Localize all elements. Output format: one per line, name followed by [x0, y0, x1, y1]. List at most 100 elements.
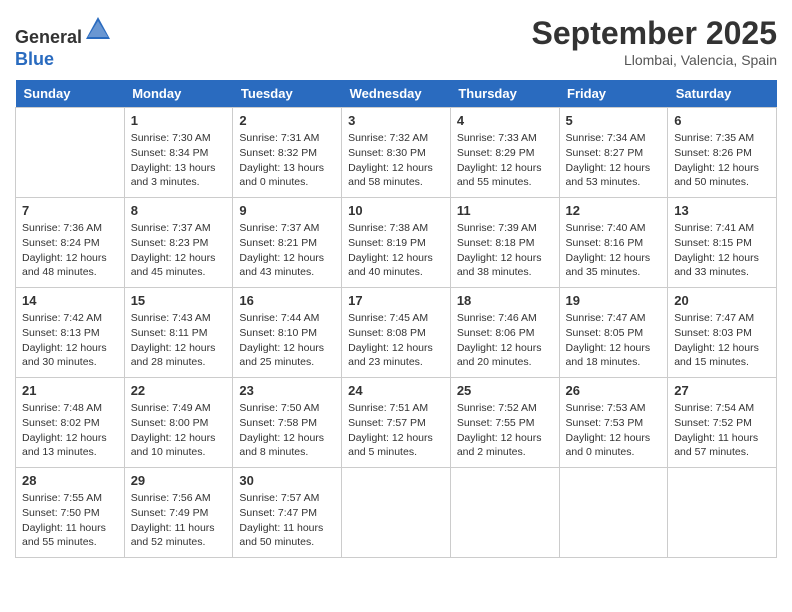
day-info: Sunrise: 7:40 AM Sunset: 8:16 PM Dayligh…	[566, 221, 662, 280]
day-header-tuesday: Tuesday	[233, 80, 342, 108]
day-cell: 26 Sunrise: 7:53 AM Sunset: 7:53 PM Dayli…	[559, 378, 668, 468]
day-number: 22	[131, 383, 227, 398]
day-cell: 27 Sunrise: 7:54 AM Sunset: 7:52 PM Dayli…	[668, 378, 777, 468]
day-cell: 3Sunrise: 7:32 AM Sunset: 8:30 PM Daylig…	[342, 108, 451, 198]
day-cell: 30Sunrise: 7:57 AM Sunset: 7:47 PM Dayli…	[233, 468, 342, 558]
day-info: Sunrise: 7:33 AM Sunset: 8:29 PM Dayligh…	[457, 131, 553, 190]
day-info: Sunrise: 7:47 AM Sunset: 8:03 PM Dayligh…	[674, 311, 770, 370]
day-cell: 11Sunrise: 7:39 AM Sunset: 8:18 PM Dayli…	[450, 198, 559, 288]
day-cell: 9 Sunrise: 7:37 AM Sunset: 8:21 PM Daylig…	[233, 198, 342, 288]
day-info: Sunrise: 7:51 AM Sunset: 7:57 PM Dayligh…	[348, 401, 444, 460]
day-number: 13	[674, 203, 770, 218]
day-number: 4	[457, 113, 553, 128]
day-number: 24	[348, 383, 444, 398]
day-info: Sunrise: 7:55 AM Sunset: 7:50 PM Dayligh…	[22, 491, 118, 550]
day-info: Sunrise: 7:41 AM Sunset: 8:15 PM Dayligh…	[674, 221, 770, 280]
day-info: Sunrise: 7:37 AM Sunset: 8:21 PM Dayligh…	[239, 221, 335, 280]
day-header-row: SundayMondayTuesdayWednesdayThursdayFrid…	[16, 80, 777, 108]
day-info: Sunrise: 7:39 AM Sunset: 8:18 PM Dayligh…	[457, 221, 553, 280]
day-number: 17	[348, 293, 444, 308]
day-header-friday: Friday	[559, 80, 668, 108]
day-cell: 24 Sunrise: 7:51 AM Sunset: 7:57 PM Dayli…	[342, 378, 451, 468]
day-cell	[668, 468, 777, 558]
day-number: 20	[674, 293, 770, 308]
day-number: 2	[239, 113, 335, 128]
day-cell: 5Sunrise: 7:34 AM Sunset: 8:27 PM Daylig…	[559, 108, 668, 198]
day-header-monday: Monday	[124, 80, 233, 108]
day-header-thursday: Thursday	[450, 80, 559, 108]
day-info: Sunrise: 7:56 AM Sunset: 7:49 PM Dayligh…	[131, 491, 227, 550]
day-cell: 18 Sunrise: 7:46 AM Sunset: 8:06 PM Dayli…	[450, 288, 559, 378]
day-info: Sunrise: 7:46 AM Sunset: 8:06 PM Dayligh…	[457, 311, 553, 370]
day-number: 19	[566, 293, 662, 308]
day-info: Sunrise: 7:48 AM Sunset: 8:02 PM Dayligh…	[22, 401, 118, 460]
day-number: 5	[566, 113, 662, 128]
week-row-2: 7 Sunrise: 7:36 AM Sunset: 8:24 PM Daylig…	[16, 198, 777, 288]
day-cell: 21 Sunrise: 7:48 AM Sunset: 8:02 PM Dayli…	[16, 378, 125, 468]
day-cell: 16Sunrise: 7:44 AM Sunset: 8:10 PM Dayli…	[233, 288, 342, 378]
week-row-5: 28 Sunrise: 7:55 AM Sunset: 7:50 PM Dayli…	[16, 468, 777, 558]
day-cell	[16, 108, 125, 198]
month-title: September 2025	[532, 15, 777, 52]
day-number: 18	[457, 293, 553, 308]
day-number: 15	[131, 293, 227, 308]
day-info: Sunrise: 7:45 AM Sunset: 8:08 PM Dayligh…	[348, 311, 444, 370]
day-cell	[559, 468, 668, 558]
day-info: Sunrise: 7:35 AM Sunset: 8:26 PM Dayligh…	[674, 131, 770, 190]
day-info: Sunrise: 7:37 AM Sunset: 8:23 PM Dayligh…	[131, 221, 227, 280]
day-info: Sunrise: 7:43 AM Sunset: 8:11 PM Dayligh…	[131, 311, 227, 370]
day-number: 26	[566, 383, 662, 398]
location: Llombai, Valencia, Spain	[532, 52, 777, 68]
day-number: 25	[457, 383, 553, 398]
day-number: 14	[22, 293, 118, 308]
day-header-sunday: Sunday	[16, 80, 125, 108]
day-cell: 1 Sunrise: 7:30 AM Sunset: 8:34 PM Daylig…	[124, 108, 233, 198]
day-number: 7	[22, 203, 118, 218]
day-info: Sunrise: 7:47 AM Sunset: 8:05 PM Dayligh…	[566, 311, 662, 370]
day-number: 28	[22, 473, 118, 488]
day-info: Sunrise: 7:44 AM Sunset: 8:10 PM Dayligh…	[239, 311, 335, 370]
day-info: Sunrise: 7:50 AM Sunset: 7:58 PM Dayligh…	[239, 401, 335, 460]
day-cell: 19 Sunrise: 7:47 AM Sunset: 8:05 PM Dayli…	[559, 288, 668, 378]
week-row-1: 1 Sunrise: 7:30 AM Sunset: 8:34 PM Daylig…	[16, 108, 777, 198]
logo-blue-text: Blue	[15, 49, 54, 69]
day-number: 9	[239, 203, 335, 218]
day-cell: 29Sunrise: 7:56 AM Sunset: 7:49 PM Dayli…	[124, 468, 233, 558]
day-cell	[450, 468, 559, 558]
day-cell: 4 Sunrise: 7:33 AM Sunset: 8:29 PM Daylig…	[450, 108, 559, 198]
day-number: 1	[131, 113, 227, 128]
day-info: Sunrise: 7:31 AM Sunset: 8:32 PM Dayligh…	[239, 131, 335, 190]
day-info: Sunrise: 7:53 AM Sunset: 7:53 PM Dayligh…	[566, 401, 662, 460]
calendar-table: SundayMondayTuesdayWednesdayThursdayFrid…	[15, 80, 777, 558]
day-number: 6	[674, 113, 770, 128]
day-cell: 2 Sunrise: 7:31 AM Sunset: 8:32 PM Daylig…	[233, 108, 342, 198]
day-info: Sunrise: 7:54 AM Sunset: 7:52 PM Dayligh…	[674, 401, 770, 460]
day-number: 27	[674, 383, 770, 398]
day-number: 21	[22, 383, 118, 398]
day-header-wednesday: Wednesday	[342, 80, 451, 108]
day-cell: 22 Sunrise: 7:49 AM Sunset: 8:00 PM Dayli…	[124, 378, 233, 468]
day-info: Sunrise: 7:30 AM Sunset: 8:34 PM Dayligh…	[131, 131, 227, 190]
day-number: 12	[566, 203, 662, 218]
day-info: Sunrise: 7:49 AM Sunset: 8:00 PM Dayligh…	[131, 401, 227, 460]
day-info: Sunrise: 7:32 AM Sunset: 8:30 PM Dayligh…	[348, 131, 444, 190]
day-cell: 13 Sunrise: 7:41 AM Sunset: 8:15 PM Dayli…	[668, 198, 777, 288]
day-cell: 15 Sunrise: 7:43 AM Sunset: 8:11 PM Dayli…	[124, 288, 233, 378]
day-number: 10	[348, 203, 444, 218]
day-cell: 14 Sunrise: 7:42 AM Sunset: 8:13 PM Dayli…	[16, 288, 125, 378]
day-cell	[342, 468, 451, 558]
day-cell: 12 Sunrise: 7:40 AM Sunset: 8:16 PM Dayli…	[559, 198, 668, 288]
day-number: 8	[131, 203, 227, 218]
day-number: 23	[239, 383, 335, 398]
day-cell: 7 Sunrise: 7:36 AM Sunset: 8:24 PM Daylig…	[16, 198, 125, 288]
day-header-saturday: Saturday	[668, 80, 777, 108]
day-info: Sunrise: 7:57 AM Sunset: 7:47 PM Dayligh…	[239, 491, 335, 550]
day-info: Sunrise: 7:42 AM Sunset: 8:13 PM Dayligh…	[22, 311, 118, 370]
day-info: Sunrise: 7:36 AM Sunset: 8:24 PM Dayligh…	[22, 221, 118, 280]
title-block: September 2025 Llombai, Valencia, Spain	[532, 15, 777, 68]
day-cell: 17 Sunrise: 7:45 AM Sunset: 8:08 PM Dayli…	[342, 288, 451, 378]
logo-icon	[84, 15, 112, 43]
logo: General Blue	[15, 15, 112, 70]
day-cell: 6 Sunrise: 7:35 AM Sunset: 8:26 PM Daylig…	[668, 108, 777, 198]
day-cell: 8 Sunrise: 7:37 AM Sunset: 8:23 PM Daylig…	[124, 198, 233, 288]
